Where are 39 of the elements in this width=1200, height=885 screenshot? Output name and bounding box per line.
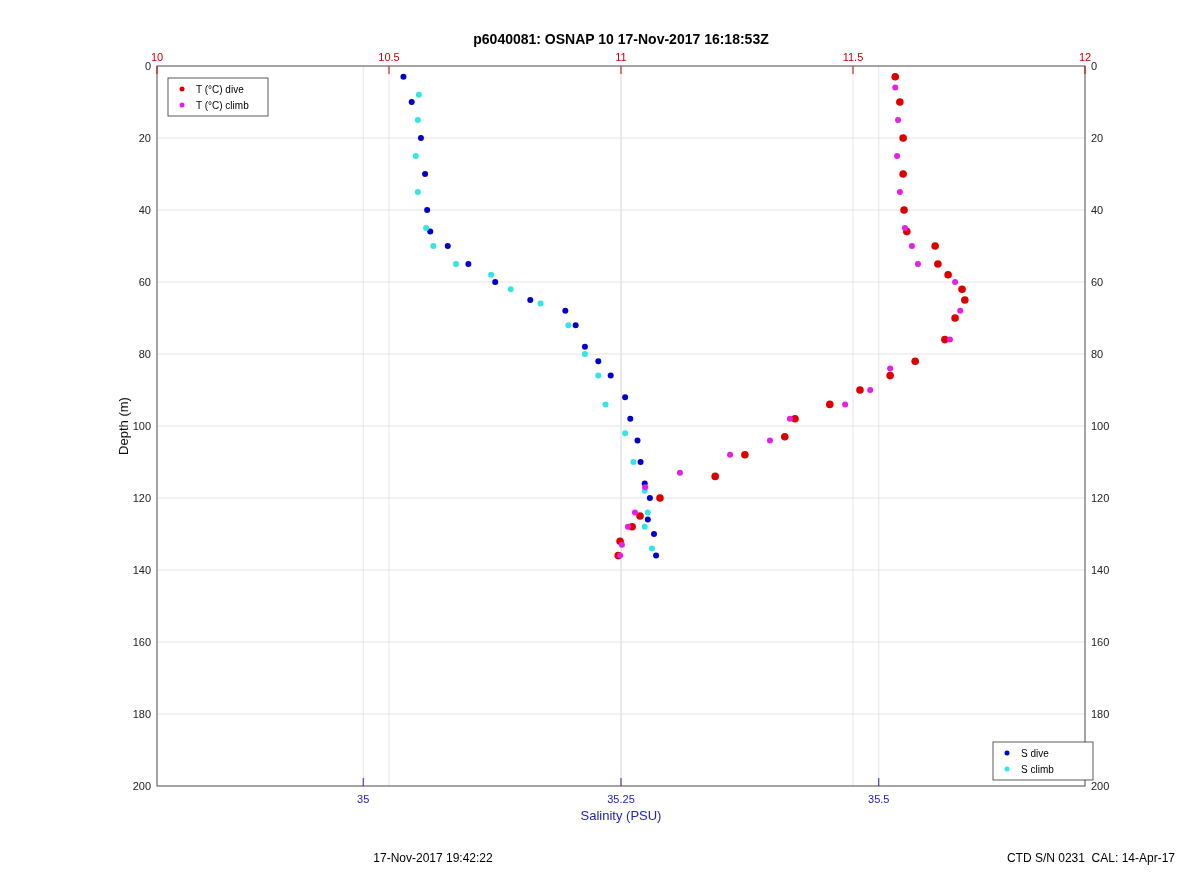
y-tick-label: 200 (132, 780, 151, 792)
calibration-info: CTD S/N 0231 CAL: 14-Apr-17 (1006, 851, 1175, 865)
y-tick-label: 140 (132, 564, 151, 576)
y-tick-label: 180 (1091, 708, 1110, 720)
chart-title: p6040081: OSNAP 10 17-Nov-2017 16:18:53Z (473, 31, 769, 47)
y-tick-label: 40 (138, 204, 151, 216)
x-axis-label: Salinity (PSU) (580, 808, 662, 823)
legend-label: S dive (1021, 748, 1049, 759)
y-tick-label: 0 (144, 60, 151, 72)
x-tick-label: 35.25 (607, 793, 635, 805)
y-tick-label: 180 (132, 708, 151, 720)
y-tick-label: 20 (138, 132, 151, 144)
top-tick-label: 11 (615, 51, 627, 63)
x-tick-label: 35 (357, 793, 370, 805)
top-tick-label: 12 (1078, 51, 1092, 63)
y-tick-label: 40 (1091, 204, 1104, 216)
x-tick-label: 35.5 (868, 793, 890, 805)
top-tick-label: 10 (150, 51, 164, 63)
y-tick-label: 140 (1091, 564, 1110, 576)
y-axis-label: Depth (m) (116, 397, 131, 455)
y-tick-label: 120 (1091, 492, 1110, 504)
y-tick-label: 60 (138, 276, 151, 288)
legend-label: T (°C) dive (196, 84, 244, 95)
y-tick-label: 100 (1091, 420, 1110, 432)
y-tick-label: 160 (1091, 636, 1110, 648)
legend-label: T (°C) climb (196, 100, 249, 111)
y-tick-label: 200 (1091, 780, 1110, 792)
y-tick-label: 100 (132, 420, 151, 432)
y-tick-label: 80 (138, 348, 151, 360)
y-tick-label: 60 (1091, 276, 1104, 288)
top-tick-label: 11.5 (842, 51, 864, 63)
y-tick-label: 80 (1091, 348, 1104, 360)
y-tick-label: 120 (132, 492, 151, 504)
y-tick-label: 20 (1091, 132, 1104, 144)
y-tick-label: 160 (132, 636, 151, 648)
timestamp: 17-Nov-2017 19:42:22 (373, 851, 493, 865)
legend-label: S climb (1021, 764, 1054, 775)
top-tick-label: 10.5 (378, 51, 400, 63)
y-tick-label: 0 (1091, 60, 1098, 72)
